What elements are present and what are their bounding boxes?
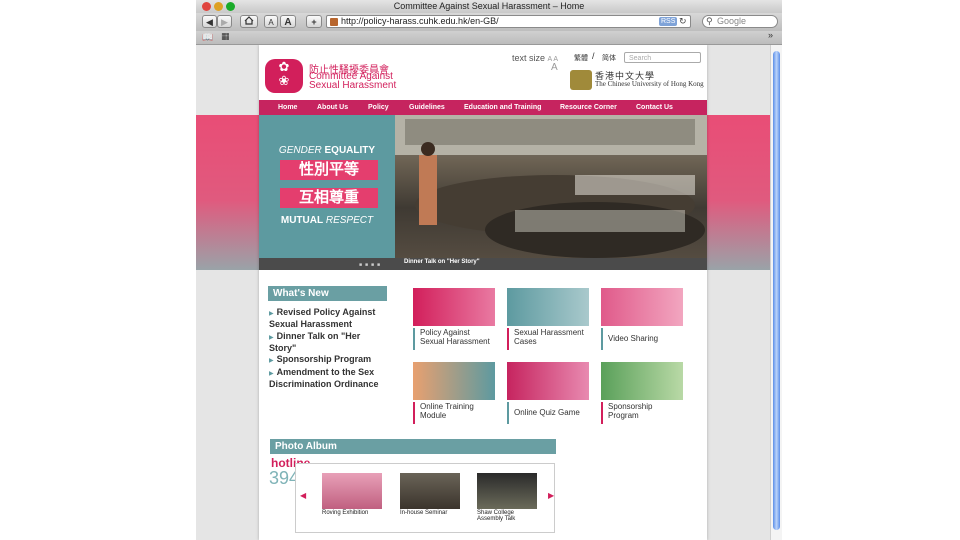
add-bookmark-button[interactable]: + [306, 15, 322, 28]
home-icon [244, 16, 254, 25]
scrollbar-thumb[interactable] [773, 51, 780, 530]
address-bar[interactable]: http://policy-harass.cuhk.edu.hk/en-GB/ … [326, 15, 691, 28]
text-size-large-button[interactable]: A [551, 62, 558, 73]
tile-policy-image [413, 288, 495, 326]
banner-caption-bar [259, 258, 707, 270]
tile-video-image [601, 288, 683, 326]
vertical-scrollbar[interactable] [770, 45, 782, 540]
nav-home[interactable]: Home [278, 100, 297, 115]
text-size-label: text size [512, 53, 546, 63]
whats-new-heading: What's New [268, 286, 387, 301]
chevron-more-icon[interactable]: » [768, 30, 773, 40]
url-text: http://policy-harass.cuhk.edu.hk/en-GB/ [341, 16, 499, 26]
banner-photo[interactable] [395, 115, 707, 270]
banner-mutual-respect: MUTUAL RESPECT [259, 215, 395, 226]
nav-education-training[interactable]: Education and Training [464, 100, 541, 115]
whats-new-item-label[interactable]: Dinner Talk on "Her Story" [269, 331, 360, 353]
banner-cn-line1: 性別平等 [280, 160, 378, 180]
tile-cases-label: Sexual Harassment Cases [507, 328, 589, 350]
photo-album-heading: Photo Album [270, 439, 556, 454]
magnifier-icon: ⚲ [706, 16, 713, 26]
tile-training-image [413, 362, 495, 400]
whats-new-item[interactable]: ▶ Sponsorship Program [269, 354, 381, 366]
photo-album-carousel: ◀ Roving Exhibition In-house Seminar Sha… [295, 463, 555, 533]
logo-mark: ✿ ❀ [278, 60, 290, 89]
whats-new-item-label[interactable]: Revised Policy Against Sexual Harassment [269, 307, 375, 329]
album-prev-arrow[interactable]: ◀ [300, 491, 306, 500]
text-smaller-button[interactable]: A [264, 15, 278, 28]
banner-gender: GENDER [278, 145, 322, 156]
org-name-en-line2: Sexual Harassment [309, 80, 397, 91]
book-icon[interactable]: 📖 [202, 32, 213, 43]
album-photo-2[interactable] [400, 473, 460, 509]
minimize-window-button[interactable] [214, 2, 223, 11]
bullet-arrow-icon: ▶ [269, 311, 274, 317]
home-button[interactable] [240, 15, 258, 28]
album-caption-1: Roving Exhibition [322, 510, 369, 516]
bullet-arrow-icon: ▶ [269, 371, 274, 377]
favicon-icon [330, 18, 338, 26]
nav-resource-corner[interactable]: Resource Corner [560, 100, 617, 115]
banner-cn-line2: 互相尊重 [280, 188, 378, 208]
tile-training-label: Online Training Module [413, 402, 495, 424]
tile-quiz-image [507, 362, 589, 400]
cuhk-crest-icon[interactable] [570, 70, 592, 90]
rss-badge[interactable]: RSS [659, 17, 678, 26]
main-nav: Home About Us Policy Guidelines Educatio… [259, 100, 707, 115]
back-button[interactable]: ◀ [202, 15, 217, 28]
nav-contact-us[interactable]: Contact Us [636, 100, 673, 115]
banner-gender-equality: GENDER EQUALITY [259, 145, 395, 156]
whats-new-item[interactable]: ▶ Amendment to the Sex Discrimination Ord… [269, 367, 381, 389]
window-title: Committee Against Sexual Harassment – Ho… [196, 0, 782, 13]
close-window-button[interactable] [202, 2, 211, 11]
carousel-dots[interactable]: ■■■■ [359, 262, 383, 268]
album-caption-3: Shaw College Assembly Talk [477, 510, 516, 522]
lang-separator: / [592, 51, 595, 61]
bullet-arrow-icon: ▶ [269, 335, 274, 341]
org-name-en: Committee Against Sexual Harassment [309, 72, 397, 91]
google-search-placeholder: Google [717, 16, 747, 26]
banner-caption[interactable]: Dinner Talk on "Her Story" [404, 259, 480, 265]
cuhk-name-en: The Chinese University of Hong Kong [595, 80, 704, 88]
banner-photo-scene [395, 115, 707, 258]
album-caption-2: In-house Seminar [400, 510, 448, 516]
whats-new-item-label[interactable]: Amendment to the Sex Discrimination Ordi… [269, 367, 379, 389]
tile-sponsorship-image [601, 362, 683, 400]
grid-icon[interactable]: ▦ [221, 31, 230, 42]
whats-new-item[interactable]: ▶ Dinner Talk on "Her Story" [269, 331, 381, 353]
site-search-input[interactable]: Search [624, 52, 701, 63]
browser-window: Committee Against Sexual Harassment – Ho… [196, 0, 782, 540]
nav-policy[interactable]: Policy [368, 100, 389, 115]
nav-guidelines[interactable]: Guidelines [409, 100, 445, 115]
browser-toolbar: ◀ ▶ A A + http://policy-harass.cuhk.edu.… [196, 13, 782, 31]
bullet-arrow-icon: ▶ [269, 358, 274, 364]
album-photo-1[interactable] [322, 473, 382, 509]
banner-respect: RESPECT [325, 215, 374, 226]
nav-about-us[interactable]: About Us [317, 100, 348, 115]
album-next-arrow[interactable]: ▶ [548, 491, 554, 500]
whats-new-item-label[interactable]: Sponsorship Program [277, 354, 372, 364]
lang-traditional-link[interactable]: 繁體 [574, 53, 588, 63]
tile-quiz-label: Online Quiz Game [507, 402, 589, 424]
zoom-window-button[interactable] [226, 2, 235, 11]
banner-equality: EQUALITY [324, 145, 376, 156]
banner-mutual: MUTUAL [280, 215, 324, 226]
page-container: ✿ ❀ 防止性騷擾委員會 Committee Against Sexual Har… [259, 45, 707, 540]
album-photo-3[interactable] [477, 473, 537, 509]
google-search-field[interactable]: ⚲ Google [702, 15, 778, 28]
whats-new-item[interactable]: ▶ Revised Policy Against Sexual Harassmen… [269, 307, 381, 329]
reload-icon[interactable]: ↻ [679, 16, 687, 27]
tile-cases-image [507, 288, 589, 326]
tile-policy-label: Policy Against Sexual Harassment [413, 328, 495, 350]
lang-simplified-link[interactable]: 简体 [602, 53, 616, 63]
page-viewport: ✿ ❀ 防止性騷擾委員會 Committee Against Sexual Har… [196, 45, 770, 540]
forward-button[interactable]: ▶ [217, 15, 232, 28]
bookmarks-bar: 📖 ▦ » [196, 30, 782, 45]
tile-sponsorship-label: Sponsorship Program [601, 402, 683, 424]
text-bigger-button[interactable]: A [280, 15, 296, 28]
tile-video-label: Video Sharing [601, 328, 683, 350]
